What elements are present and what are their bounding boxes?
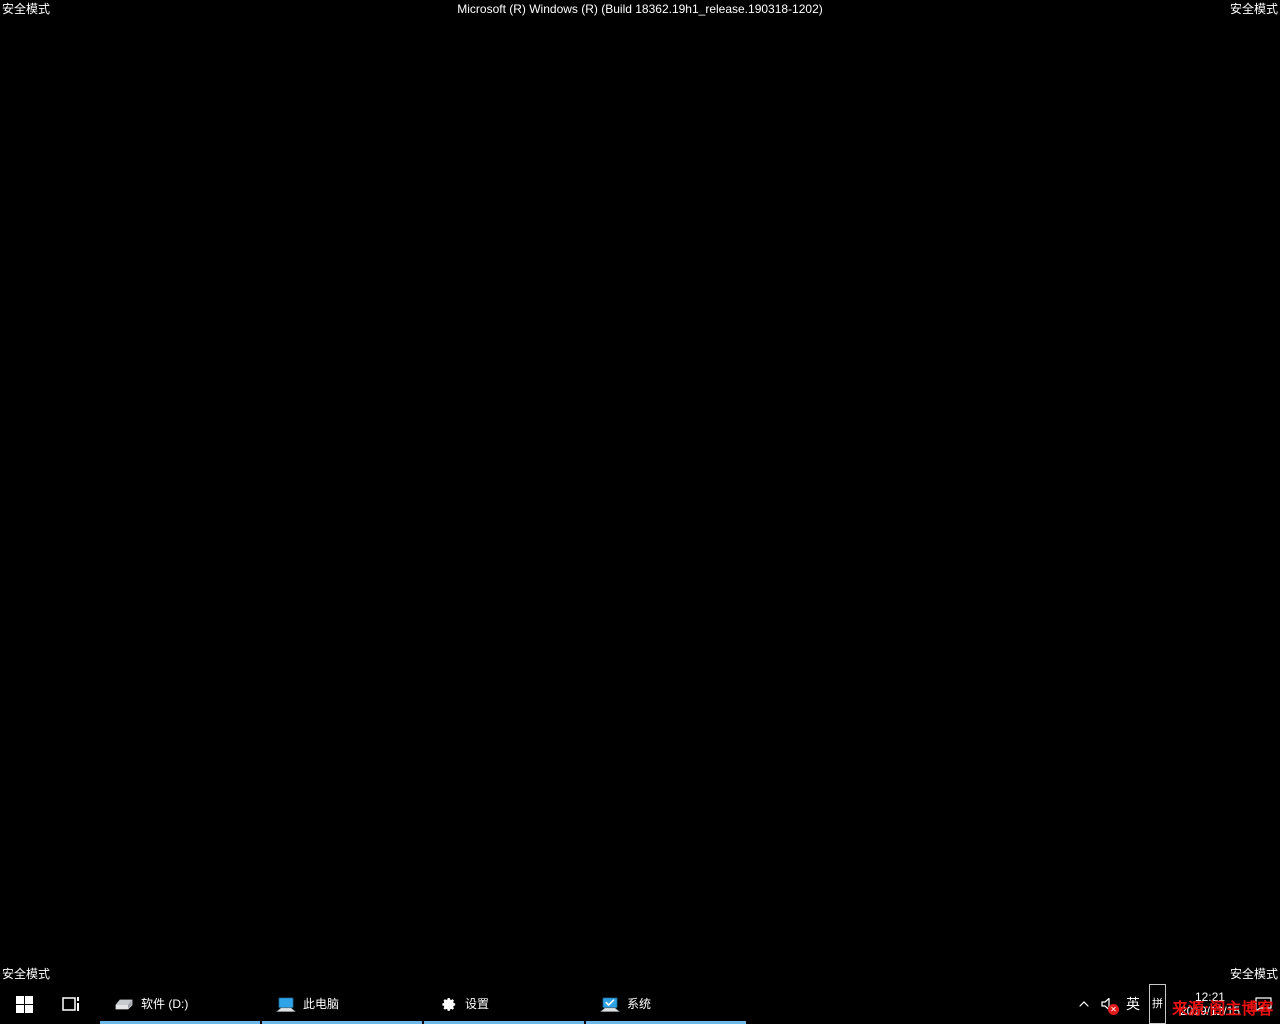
taskbar-item-settings[interactable]: 设置 xyxy=(424,984,584,1024)
start-button[interactable] xyxy=(0,984,48,1024)
safe-mode-label-bottom-right: 安全模式 xyxy=(1229,967,1278,981)
taskbar-item-label: 软件 (D:) xyxy=(141,997,189,1011)
gear-icon xyxy=(438,994,458,1014)
safe-mode-label-top-right: 安全模式 xyxy=(1229,2,1278,16)
system-tray[interactable]: ✕ 英 拼 12:21 2019/12/15 xyxy=(1073,984,1280,1024)
this-pc-icon xyxy=(276,994,296,1014)
hard-drive-icon xyxy=(114,994,134,1014)
windows-build-watermark: Microsoft (R) Windows (R) (Build 18362.1… xyxy=(457,2,823,16)
volume-mute-badge: ✕ xyxy=(1107,1004,1119,1015)
taskbar-item-this-pc[interactable]: 此电脑 xyxy=(262,984,422,1024)
desktop-background[interactable]: Microsoft (R) Windows (R) (Build 18362.1… xyxy=(0,0,1280,1024)
clock-time: 12:21 xyxy=(1194,990,1225,1004)
windows-logo-icon xyxy=(15,995,33,1013)
taskbar-window-buttons[interactable]: 软件 (D:) 此电脑 设置 系统 xyxy=(100,984,748,1024)
taskbar-item-label: 设置 xyxy=(465,997,490,1011)
show-hidden-icons-button[interactable] xyxy=(1073,984,1095,1024)
clock-and-date[interactable]: 12:21 2019/12/15 xyxy=(1170,984,1248,1024)
taskbar-item-drive-d[interactable]: 软件 (D:) xyxy=(100,984,260,1024)
chevron-up-icon xyxy=(1079,1001,1089,1007)
volume-button[interactable]: ✕ xyxy=(1095,984,1121,1024)
ime-language-button[interactable]: 英 xyxy=(1121,984,1145,1024)
taskbar-item-label: 系统 xyxy=(627,997,652,1011)
taskbar-item-label: 此电脑 xyxy=(303,997,340,1011)
task-view-icon xyxy=(62,997,79,1011)
action-center-button[interactable] xyxy=(1248,984,1278,1024)
system-monitor-icon xyxy=(600,994,620,1014)
taskbar-item-system[interactable]: 系统 xyxy=(586,984,746,1024)
taskbar-empty-area[interactable] xyxy=(748,984,1073,1024)
safe-mode-label-top-left: 安全模式 xyxy=(2,2,51,16)
safe-mode-label-bottom-left: 安全模式 xyxy=(2,967,51,981)
notification-bubble-icon xyxy=(1254,996,1272,1012)
ime-mode-button[interactable]: 拼 xyxy=(1148,984,1166,1024)
clock-date: 2019/12/15 xyxy=(1179,1004,1240,1018)
task-view-button[interactable] xyxy=(48,984,96,1024)
taskbar[interactable]: 软件 (D:) 此电脑 设置 系统 ✕ 英 拼 12:21 2019/12/15 xyxy=(0,984,1280,1024)
